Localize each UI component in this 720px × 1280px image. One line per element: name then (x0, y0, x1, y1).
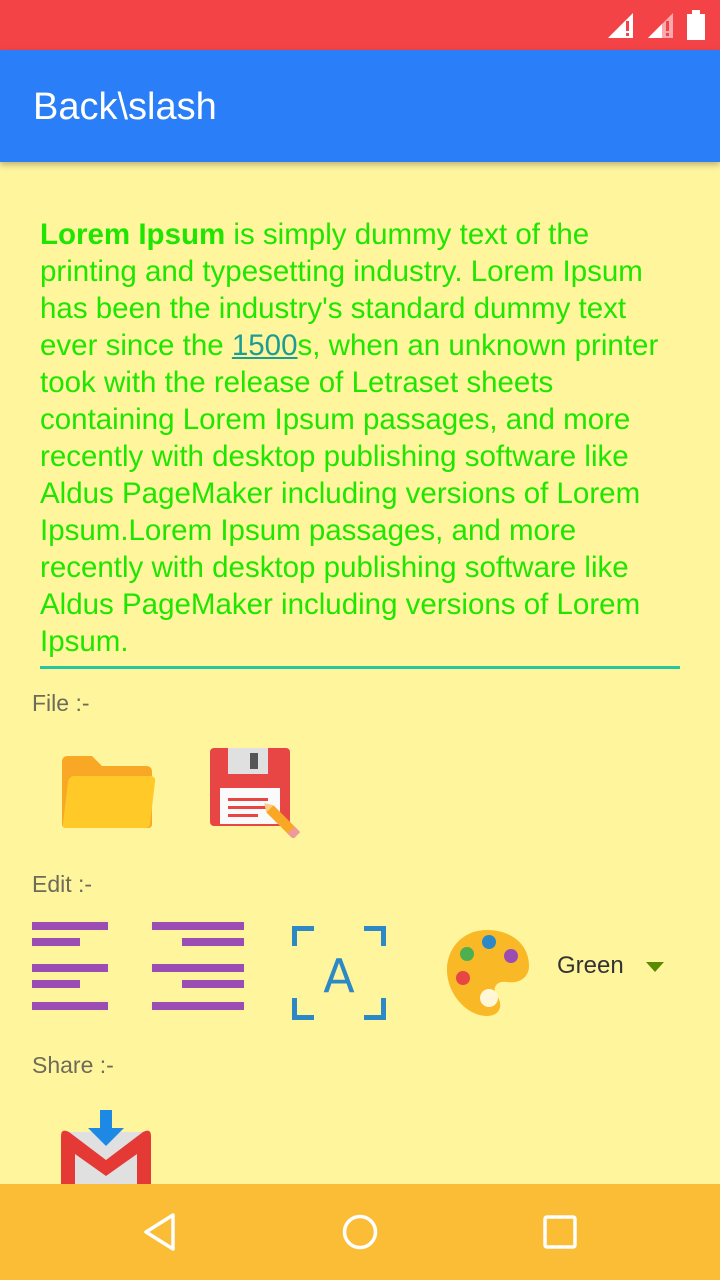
save-icon[interactable] (210, 748, 300, 838)
align-right-icon[interactable] (152, 922, 246, 1014)
signal-2-icon (648, 13, 673, 38)
navigation-bar (0, 1184, 720, 1280)
font-size-icon[interactable]: A (292, 926, 386, 1020)
signal-icon (608, 13, 633, 38)
folder-icon[interactable] (58, 752, 158, 832)
back-icon[interactable] (140, 1212, 180, 1252)
share-section-label: Share :- (32, 1052, 114, 1078)
app-bar: Back\slash (0, 50, 720, 162)
editor-text-2: s, when an unknown printer took with the… (40, 329, 659, 658)
color-select[interactable]: Green (557, 952, 624, 980)
edit-section-label: Edit :- (32, 871, 93, 897)
file-section-label: File :- (32, 690, 90, 716)
battery-icon (687, 10, 705, 40)
text-editor[interactable]: Lorem Ipsum is simply dummy text of the … (40, 216, 680, 660)
recents-icon[interactable] (540, 1212, 580, 1252)
chevron-down-icon[interactable] (646, 962, 664, 972)
app-title: Back\slash (33, 86, 217, 128)
editor-bold-text: Lorem Ipsum (40, 218, 226, 251)
status-bar (0, 0, 720, 50)
editor-underline (40, 666, 680, 669)
svg-text:A: A (323, 949, 355, 1003)
home-icon[interactable] (340, 1212, 380, 1252)
editor-link[interactable]: 1500 (232, 329, 298, 362)
gmail-icon (61, 1110, 151, 1184)
palette-icon[interactable] (445, 928, 531, 1018)
gmail-button[interactable] (55, 1110, 165, 1184)
align-left-icon[interactable] (32, 922, 110, 1014)
